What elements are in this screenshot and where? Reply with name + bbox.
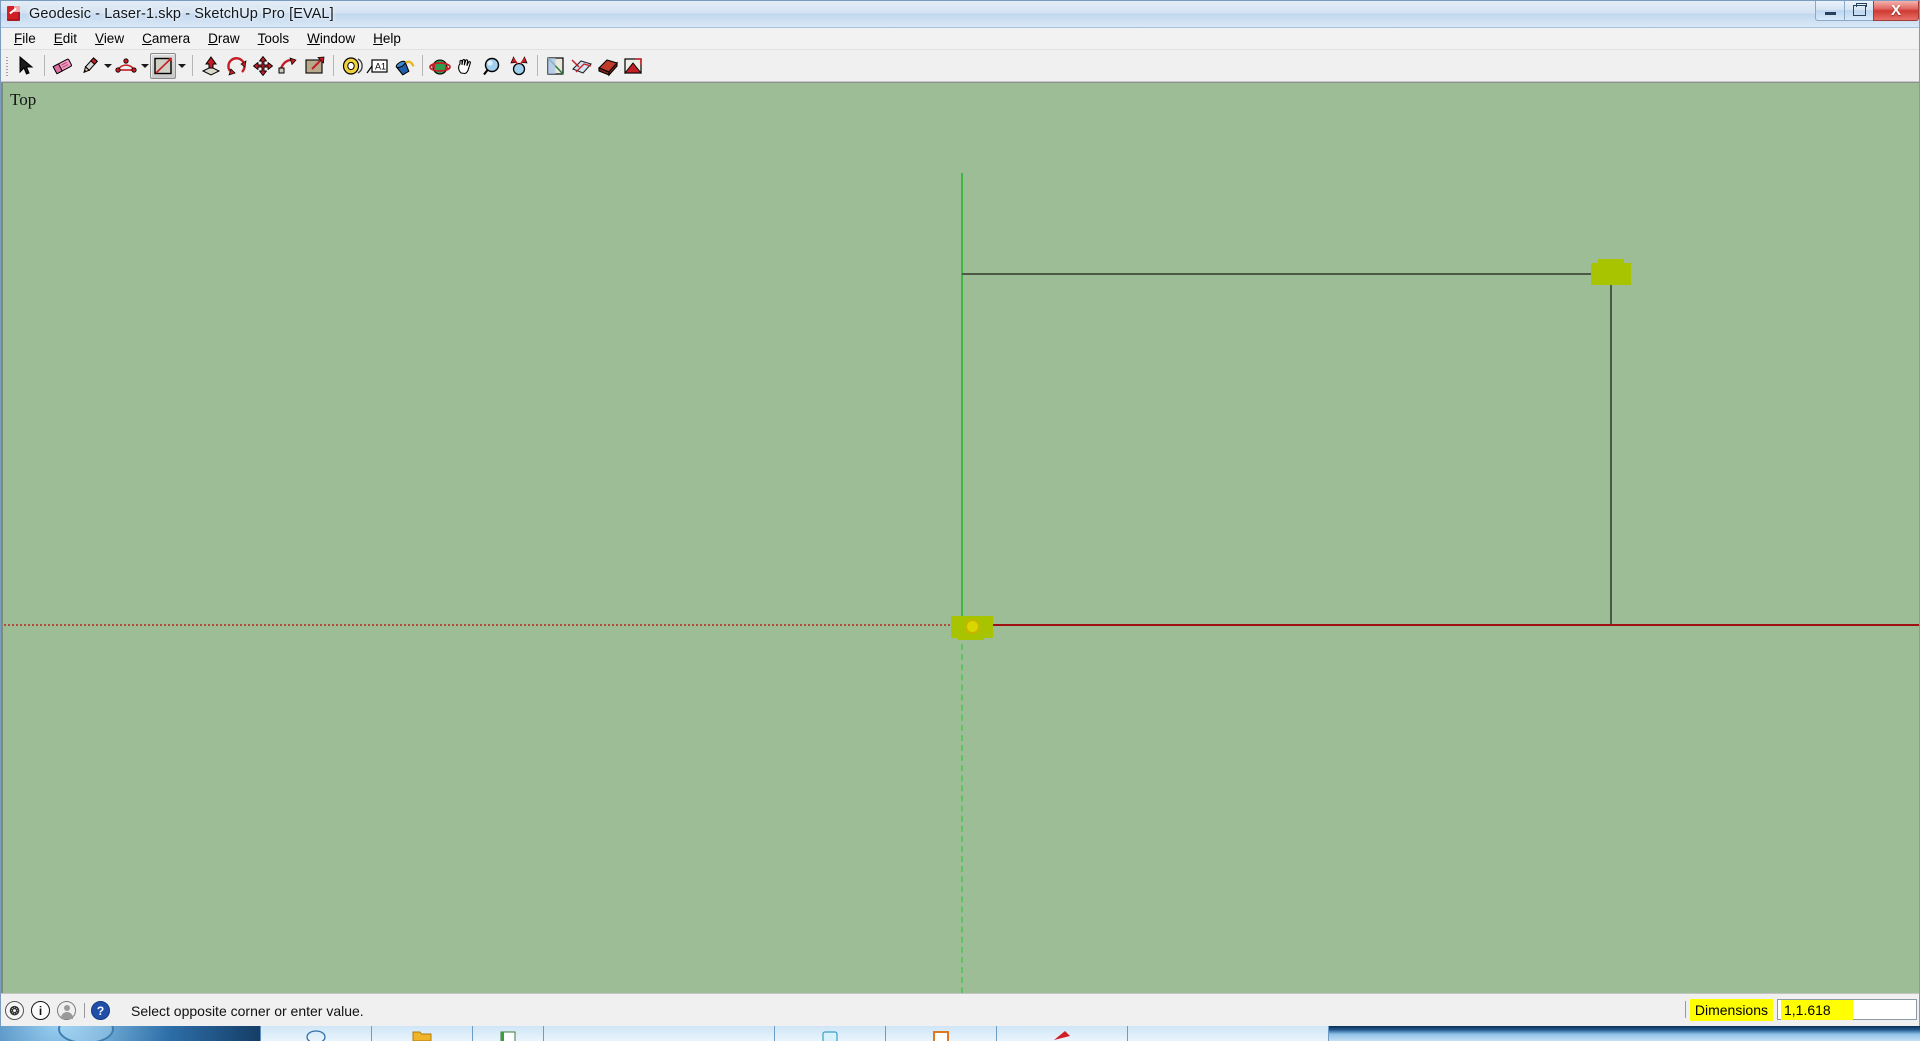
followme-icon[interactable] xyxy=(276,53,302,79)
orbit-icon[interactable] xyxy=(428,53,454,79)
taskbar-item-explorer[interactable] xyxy=(261,1026,372,1041)
close-button[interactable]: X xyxy=(1873,1,1919,21)
sketchup-document-icon xyxy=(5,5,23,23)
arc-icon[interactable] xyxy=(113,53,139,79)
screen: Geodesic - Laser-1.skp - SketchUp Pro [E… xyxy=(0,0,1920,1041)
zoom-extents-icon[interactable] xyxy=(506,53,532,79)
rectangle-icon[interactable] xyxy=(150,52,176,79)
sketchup-window: Geodesic - Laser-1.skp - SketchUp Pro [E… xyxy=(0,0,1920,1027)
toolbar-separator xyxy=(44,55,45,76)
view-label: Top xyxy=(10,90,37,109)
menu-view[interactable]: View xyxy=(86,29,133,49)
menu-file[interactable]: File xyxy=(5,29,45,49)
endpoint-inference-marker-top-right-tab xyxy=(1598,259,1624,267)
start-button[interactable] xyxy=(0,1026,261,1041)
origin-point-icon xyxy=(965,619,980,634)
pushpull-icon[interactable] xyxy=(198,53,224,79)
status-message: Select opposite corner or enter value. xyxy=(131,1002,364,1019)
paint-bucket-icon[interactable] xyxy=(391,53,417,79)
minimize-icon xyxy=(1824,12,1836,15)
text-a1-icon[interactable]: A1 xyxy=(365,53,391,79)
menu-draw[interactable]: Draw xyxy=(199,29,249,49)
zoom-icon[interactable] xyxy=(480,53,506,79)
menu-tools[interactable]: Tools xyxy=(249,29,299,49)
offset-icon[interactable] xyxy=(302,53,328,79)
taskbar-item-browser[interactable] xyxy=(473,1026,544,1041)
menu-window[interactable]: Window xyxy=(298,29,364,49)
toolbar-separator xyxy=(422,55,423,76)
menu-edit[interactable]: Edit xyxy=(45,29,86,49)
tip-bulb-icon[interactable]: ❂ xyxy=(5,1001,24,1020)
account-icon[interactable] xyxy=(57,1001,76,1020)
toolbar-separator xyxy=(192,55,193,76)
taskbar-item-notepad[interactable] xyxy=(775,1026,886,1041)
main-toolbar: A1 xyxy=(1,50,1919,82)
window-title: Geodesic - Laser-1.skp - SketchUp Pro [E… xyxy=(29,6,334,22)
windows-taskbar xyxy=(0,1026,1920,1041)
status-divider xyxy=(84,1003,85,1018)
pan-hand-icon[interactable] xyxy=(454,53,480,79)
monochrome-icon[interactable] xyxy=(621,53,647,79)
taskbar-item-sketchup[interactable] xyxy=(886,1026,997,1041)
canvas-border xyxy=(1,83,1919,993)
minimize-button[interactable] xyxy=(1815,1,1844,21)
taskbar-item-folder[interactable] xyxy=(372,1026,473,1041)
rotate-icon[interactable] xyxy=(224,53,250,79)
taskbar-item-reader[interactable] xyxy=(997,1026,1128,1041)
move-icon[interactable] xyxy=(250,53,276,79)
help-icon[interactable]: ? xyxy=(91,1001,110,1020)
arc-dropdown-arrow-icon[interactable] xyxy=(139,53,150,79)
axis-y-negative xyxy=(961,624,963,993)
eraser-icon[interactable] xyxy=(50,53,76,79)
line-dropdown-arrow-icon[interactable] xyxy=(102,53,113,79)
dimensions-label: Dimensions xyxy=(1689,998,1773,1021)
toolbar-separator xyxy=(333,55,334,76)
maximize-icon xyxy=(1852,3,1867,16)
rectangle-dropdown-arrow-icon[interactable] xyxy=(176,53,187,79)
drawing-canvas[interactable]: Top xyxy=(1,82,1919,993)
taskbar-item-window[interactable] xyxy=(544,1026,775,1041)
maximize-button[interactable] xyxy=(1844,1,1873,21)
taskbar-item-extra[interactable] xyxy=(1128,1026,1329,1041)
axis-x-positive xyxy=(962,624,1919,626)
dimensions-value: 1,1.618 xyxy=(1781,999,1853,1020)
tape-measure-icon[interactable] xyxy=(339,53,365,79)
dimensions-area: Dimensions 1,1.618 xyxy=(1684,997,1917,1022)
svg-text:A1: A1 xyxy=(375,61,386,71)
select-arrow-icon[interactable] xyxy=(13,53,39,79)
menu-bar: File Edit View Camera Draw Tools Window … xyxy=(1,28,1919,50)
shaded-style-icon[interactable] xyxy=(595,53,621,79)
dimensions-divider xyxy=(1684,1001,1686,1018)
pencil-line-icon[interactable] xyxy=(76,53,102,79)
title-bar[interactable]: Geodesic - Laser-1.skp - SketchUp Pro [E… xyxy=(1,1,1919,28)
rectangle-preview xyxy=(962,273,1612,624)
menu-help[interactable]: Help xyxy=(364,29,410,49)
section-plane-icon[interactable] xyxy=(543,53,569,79)
window-controls: X xyxy=(1815,1,1919,23)
axis-x-negative xyxy=(1,624,962,626)
toolbar-separator xyxy=(537,55,538,76)
dimensions-input[interactable]: 1,1.618 xyxy=(1777,999,1917,1020)
toolbar-grip[interactable] xyxy=(4,54,10,77)
info-icon[interactable]: i xyxy=(31,1001,50,1020)
menu-camera[interactable]: Camera xyxy=(133,29,199,49)
status-bar: ❂ i ? Select opposite corner or enter va… xyxy=(1,993,1919,1027)
xray-style-icon[interactable] xyxy=(569,53,595,79)
close-icon: X xyxy=(1890,2,1901,19)
